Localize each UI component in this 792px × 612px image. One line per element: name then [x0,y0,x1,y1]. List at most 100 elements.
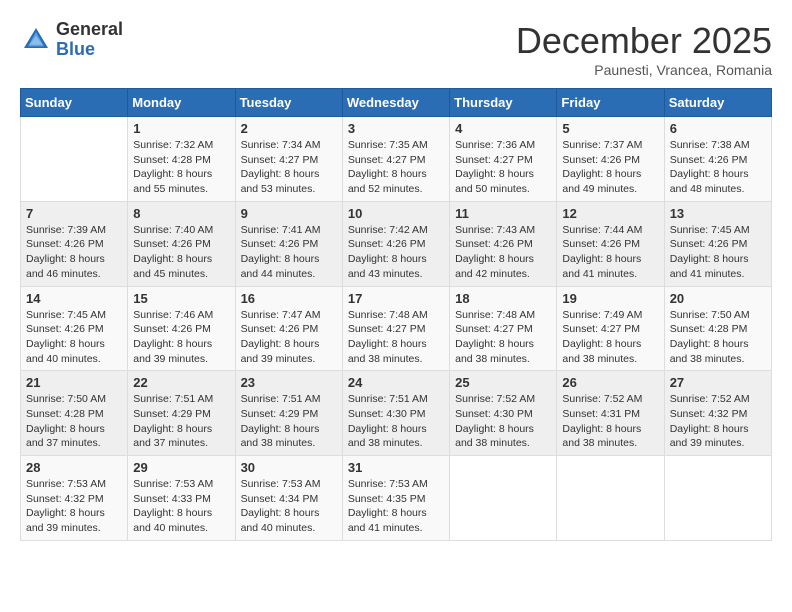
column-header-wednesday: Wednesday [342,89,449,117]
calendar-cell [557,456,664,541]
day-info: Sunrise: 7:50 AM Sunset: 4:28 PM Dayligh… [670,308,766,367]
calendar-week-row: 14Sunrise: 7:45 AM Sunset: 4:26 PM Dayli… [21,286,772,371]
logo: General Blue [20,20,123,60]
day-number: 5 [562,121,658,136]
calendar-week-row: 28 Sunrise: 7:53 AM Sunset: 4:32 PM Dayli… [21,456,772,541]
calendar-cell [450,456,557,541]
day-number: 14 [26,291,122,306]
day-info: Sunrise: 7:51 AM Sunset: 4:30 PM Dayligh… [348,392,444,451]
calendar-cell: 17Sunrise: 7:48 AM Sunset: 4:27 PM Dayli… [342,286,449,371]
calendar-cell: 8Sunrise: 7:40 AM Sunset: 4:26 PM Daylig… [128,201,235,286]
day-info: Sunrise: 7:32 AM Sunset: 4:28 PM Dayligh… [133,138,229,197]
day-info: Sunrise: 7:52 AM Sunset: 4:31 PM Dayligh… [562,392,658,451]
calendar-cell: 19 Sunrise: 7:49 AM Sunset: 4:27 PM Dayli… [557,286,664,371]
logo-blue: Blue [56,40,123,60]
day-number: 15 [133,291,229,306]
calendar-cell: 2Sunrise: 7:34 AM Sunset: 4:27 PM Daylig… [235,117,342,202]
day-info: Sunrise: 7:42 AM Sunset: 4:26 PM Dayligh… [348,223,444,282]
day-number: 25 [455,375,551,390]
day-number: 30 [241,460,337,475]
day-number: 12 [562,206,658,221]
page-header: General Blue December 2025 Paunesti, Vra… [20,20,772,78]
day-info: Sunrise: 7:53 AM Sunset: 4:33 PM Dayligh… [133,477,229,536]
calendar-cell: 1Sunrise: 7:32 AM Sunset: 4:28 PM Daylig… [128,117,235,202]
location: Paunesti, Vrancea, Romania [516,62,772,78]
column-header-sunday: Sunday [21,89,128,117]
logo-icon [20,24,52,56]
day-info: Sunrise: 7:49 AM Sunset: 4:27 PM Dayligh… [562,308,658,367]
calendar-cell: 9 Sunrise: 7:41 AM Sunset: 4:26 PM Daylig… [235,201,342,286]
calendar-cell: 31 Sunrise: 7:53 AM Sunset: 4:35 PM Dayli… [342,456,449,541]
calendar-cell [21,117,128,202]
day-number: 6 [670,121,766,136]
day-info: Sunrise: 7:47 AM Sunset: 4:26 PM Dayligh… [241,308,337,367]
day-number: 16 [241,291,337,306]
day-info: Sunrise: 7:37 AM Sunset: 4:26 PM Dayligh… [562,138,658,197]
day-info: Sunrise: 7:53 AM Sunset: 4:35 PM Dayligh… [348,477,444,536]
day-number: 19 [562,291,658,306]
day-number: 4 [455,121,551,136]
calendar-cell: 12 Sunrise: 7:44 AM Sunset: 4:26 PM Dayli… [557,201,664,286]
calendar-cell: 14Sunrise: 7:45 AM Sunset: 4:26 PM Dayli… [21,286,128,371]
calendar-cell: 16 Sunrise: 7:47 AM Sunset: 4:26 PM Dayli… [235,286,342,371]
day-info: Sunrise: 7:41 AM Sunset: 4:26 PM Dayligh… [241,223,337,282]
day-number: 13 [670,206,766,221]
day-number: 7 [26,206,122,221]
day-info: Sunrise: 7:51 AM Sunset: 4:29 PM Dayligh… [241,392,337,451]
day-number: 26 [562,375,658,390]
calendar-cell [664,456,771,541]
calendar-cell: 13 Sunrise: 7:45 AM Sunset: 4:26 PM Dayli… [664,201,771,286]
calendar-cell: 11Sunrise: 7:43 AM Sunset: 4:26 PM Dayli… [450,201,557,286]
day-number: 17 [348,291,444,306]
calendar-cell: 18 Sunrise: 7:48 AM Sunset: 4:27 PM Dayli… [450,286,557,371]
calendar-cell: 6 Sunrise: 7:38 AM Sunset: 4:26 PM Daylig… [664,117,771,202]
calendar-cell: 30 Sunrise: 7:53 AM Sunset: 4:34 PM Dayli… [235,456,342,541]
day-number: 18 [455,291,551,306]
calendar-cell: 25Sunrise: 7:52 AM Sunset: 4:30 PM Dayli… [450,371,557,456]
calendar-cell: 3Sunrise: 7:35 AM Sunset: 4:27 PM Daylig… [342,117,449,202]
day-number: 23 [241,375,337,390]
day-info: Sunrise: 7:40 AM Sunset: 4:26 PM Dayligh… [133,223,229,282]
calendar-cell: 22 Sunrise: 7:51 AM Sunset: 4:29 PM Dayli… [128,371,235,456]
month-title: December 2025 [516,20,772,62]
day-info: Sunrise: 7:46 AM Sunset: 4:26 PM Dayligh… [133,308,229,367]
title-block: December 2025 Paunesti, Vrancea, Romania [516,20,772,78]
day-number: 10 [348,206,444,221]
day-info: Sunrise: 7:53 AM Sunset: 4:32 PM Dayligh… [26,477,122,536]
calendar-week-row: 1Sunrise: 7:32 AM Sunset: 4:28 PM Daylig… [21,117,772,202]
day-number: 28 [26,460,122,475]
calendar-cell: 29 Sunrise: 7:53 AM Sunset: 4:33 PM Dayli… [128,456,235,541]
column-header-tuesday: Tuesday [235,89,342,117]
calendar-cell: 28 Sunrise: 7:53 AM Sunset: 4:32 PM Dayli… [21,456,128,541]
column-header-saturday: Saturday [664,89,771,117]
calendar-cell: 5 Sunrise: 7:37 AM Sunset: 4:26 PM Daylig… [557,117,664,202]
day-info: Sunrise: 7:38 AM Sunset: 4:26 PM Dayligh… [670,138,766,197]
column-header-monday: Monday [128,89,235,117]
calendar-cell: 26 Sunrise: 7:52 AM Sunset: 4:31 PM Dayli… [557,371,664,456]
day-number: 24 [348,375,444,390]
day-info: Sunrise: 7:53 AM Sunset: 4:34 PM Dayligh… [241,477,337,536]
calendar-cell: 21Sunrise: 7:50 AM Sunset: 4:28 PM Dayli… [21,371,128,456]
day-number: 11 [455,206,551,221]
calendar-cell: 24 Sunrise: 7:51 AM Sunset: 4:30 PM Dayli… [342,371,449,456]
logo-general: General [56,20,123,40]
day-number: 31 [348,460,444,475]
day-number: 22 [133,375,229,390]
day-info: Sunrise: 7:48 AM Sunset: 4:27 PM Dayligh… [455,308,551,367]
calendar-cell: 15 Sunrise: 7:46 AM Sunset: 4:26 PM Dayli… [128,286,235,371]
calendar-cell: 4Sunrise: 7:36 AM Sunset: 4:27 PM Daylig… [450,117,557,202]
calendar-cell: 23 Sunrise: 7:51 AM Sunset: 4:29 PM Dayli… [235,371,342,456]
day-number: 9 [241,206,337,221]
day-info: Sunrise: 7:50 AM Sunset: 4:28 PM Dayligh… [26,392,122,451]
day-info: Sunrise: 7:39 AM Sunset: 4:26 PM Dayligh… [26,223,122,282]
calendar-cell: 27Sunrise: 7:52 AM Sunset: 4:32 PM Dayli… [664,371,771,456]
day-info: Sunrise: 7:51 AM Sunset: 4:29 PM Dayligh… [133,392,229,451]
day-number: 29 [133,460,229,475]
day-number: 20 [670,291,766,306]
calendar-week-row: 7 Sunrise: 7:39 AM Sunset: 4:26 PM Daylig… [21,201,772,286]
day-info: Sunrise: 7:35 AM Sunset: 4:27 PM Dayligh… [348,138,444,197]
day-number: 27 [670,375,766,390]
day-info: Sunrise: 7:44 AM Sunset: 4:26 PM Dayligh… [562,223,658,282]
calendar-table: SundayMondayTuesdayWednesdayThursdayFrid… [20,88,772,541]
day-info: Sunrise: 7:45 AM Sunset: 4:26 PM Dayligh… [670,223,766,282]
